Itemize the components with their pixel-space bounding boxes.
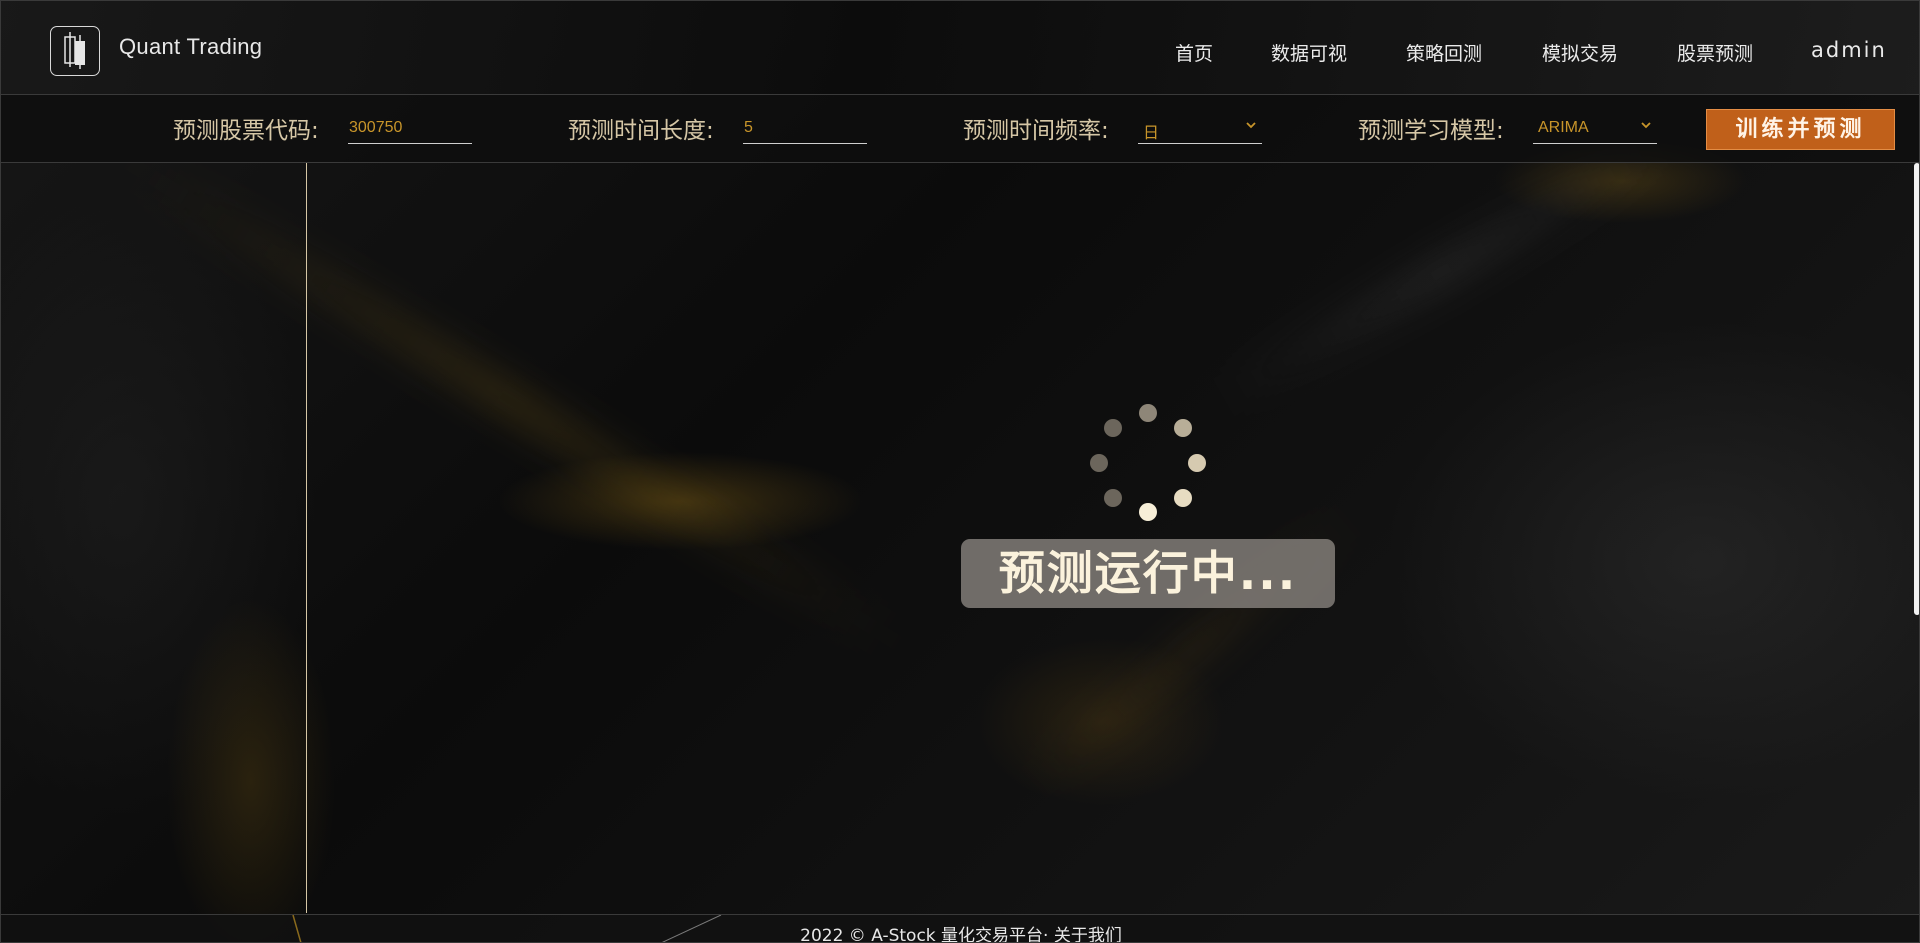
frequency-label: 预测时间频率: — [963, 118, 1109, 144]
content-scrollbar[interactable] — [1913, 163, 1919, 914]
prediction-toolbar: 预测股票代码: 预测时间长度: 预测时间频率: 日 预测学习模型: ARIMA … — [1, 95, 1919, 163]
footer-text[interactable]: 2022 © A-Stock 量化交易平台· 关于我们 — [1, 921, 1919, 942]
spinner-dot — [1104, 419, 1122, 437]
stock-code-input[interactable] — [348, 116, 469, 140]
loading-message: 预测运行中... — [961, 539, 1335, 608]
stock-code-field[interactable] — [348, 112, 472, 144]
sidebar-divider — [306, 163, 307, 913]
stock-code-label: 预测股票代码: — [173, 118, 319, 144]
spinner-dot — [1139, 503, 1157, 521]
horizon-input[interactable] — [743, 116, 864, 140]
user-menu[interactable]: admin — [1811, 38, 1887, 62]
background-streak — [124, 152, 902, 652]
scrollbar-thumb[interactable] — [1914, 163, 1919, 615]
candlestick-icon[interactable] — [50, 26, 100, 76]
footer: 2022 © A-Stock 量化交易平台· 关于我们 — [1, 914, 1919, 942]
train-and-predict-button[interactable]: 训练并预测 — [1706, 109, 1895, 150]
frequency-select[interactable]: 日 — [1138, 112, 1262, 144]
nav-item-strategy-backtest[interactable]: 策略回测 — [1406, 39, 1482, 66]
spinner-dot — [1139, 404, 1157, 422]
top-navbar: Quant Trading 首页 数据可视 策略回测 模拟交易 股票预测 adm… — [1, 1, 1919, 95]
nav-item-stock-prediction[interactable]: 股票预测 — [1677, 39, 1753, 66]
horizon-label: 预测时间长度: — [568, 118, 714, 144]
spinner-dot — [1104, 489, 1122, 507]
page: Quant Trading 首页 数据可视 策略回测 模拟交易 股票预测 adm… — [0, 0, 1920, 943]
nav-item-home[interactable]: 首页 — [1175, 39, 1213, 66]
brand-name[interactable]: Quant Trading — [119, 34, 262, 60]
nav-item-data-visualization[interactable]: 数据可视 — [1271, 39, 1347, 66]
spinner-dot — [1090, 454, 1108, 472]
model-label: 预测学习模型: — [1358, 118, 1504, 144]
background-streak — [1210, 132, 1672, 412]
model-select[interactable]: ARIMA — [1533, 112, 1657, 144]
frequency-selected-value: 日 — [1143, 125, 1160, 142]
spinner-dot — [1174, 419, 1192, 437]
model-selected-value: ARIMA — [1538, 119, 1589, 136]
chevron-down-icon — [1639, 118, 1653, 137]
horizon-field[interactable] — [743, 112, 867, 144]
loading-spinner-icon — [1088, 404, 1208, 526]
nav-item-simulated-trading[interactable]: 模拟交易 — [1542, 39, 1618, 66]
spinner-dot — [1188, 454, 1206, 472]
chevron-down-icon — [1244, 118, 1258, 137]
spinner-dot — [1174, 489, 1192, 507]
